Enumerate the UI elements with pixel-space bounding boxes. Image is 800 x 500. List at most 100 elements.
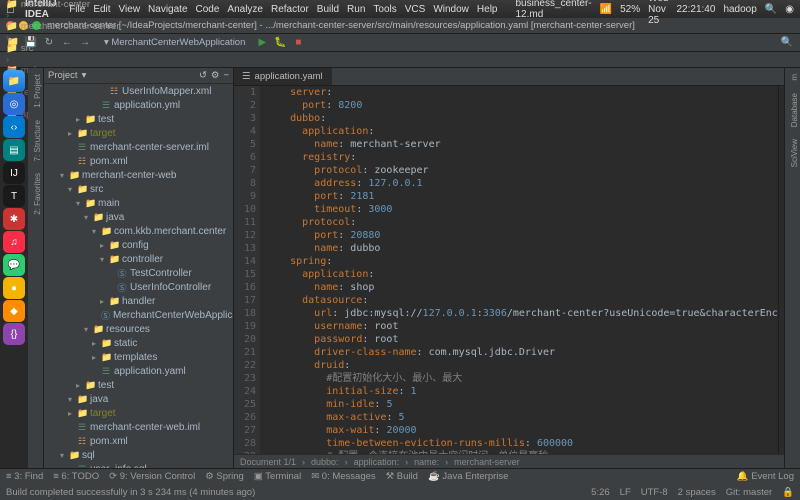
code-editor[interactable]: 1234567891011121314151617181920212223242… [234, 86, 784, 454]
dock-wechat[interactable]: 💬 [3, 254, 25, 276]
dock-music[interactable]: ♫ [3, 231, 25, 253]
dock-vscode[interactable]: ‹› [3, 116, 25, 138]
editor-breadcrumbs[interactable]: Document 1/1 › dubbo: › application: › n… [234, 454, 784, 468]
mac-menu-item[interactable]: Refactor [271, 4, 309, 15]
tree-item[interactable]: ▸📁static [44, 336, 233, 350]
tree-item[interactable]: ☰application.yaml [44, 364, 233, 378]
bottom-tool-button[interactable]: ≡ 6: TODO [53, 471, 99, 482]
bottom-tool-button[interactable]: ⚙ Spring [205, 471, 244, 482]
run-config-selector[interactable]: ▾ MerchantCenterWebApplication [104, 37, 245, 48]
tree-item[interactable]: ▾📁com.kkb.merchant.center [44, 224, 233, 238]
wifi-icon[interactable]: 📶 [600, 4, 612, 15]
tree-item[interactable]: ⓈTestController [44, 266, 233, 280]
dock-app[interactable]: ✱ [3, 208, 25, 230]
editor-crumb-item[interactable]: name: [414, 457, 439, 467]
tree-item[interactable]: ▸📁target [44, 126, 233, 140]
tree-item[interactable]: ☰user_info.sql [44, 462, 233, 468]
tree-item[interactable]: ▸📁test [44, 378, 233, 392]
project-tool-tab[interactable]: 1: Project [28, 68, 43, 114]
tree-item[interactable]: ▾📁merchant-center-web [44, 168, 233, 182]
dock-finder[interactable]: 📁 [3, 70, 25, 92]
breadcrumb-item[interactable]: 📁src [6, 43, 120, 54]
tree-item[interactable]: ⓈMerchantCenterWebApplication [44, 308, 233, 322]
navigation-bar[interactable]: 📁merchant-center › 📁merchant-center-serv… [0, 52, 800, 68]
editor-crumb-item[interactable]: Document 1/1 [240, 457, 296, 467]
editor-crumb-item[interactable]: application: [354, 457, 400, 467]
mac-menu-item[interactable]: Navigate [148, 4, 187, 15]
editor-tabs[interactable]: ☰ application.yaml [234, 68, 784, 86]
bottom-tool-button[interactable]: ☕ Java Enterprise [428, 471, 508, 482]
favorites-tool-tab[interactable]: 2: Favorites [28, 167, 43, 221]
tree-item[interactable]: ▾📁sql [44, 448, 233, 462]
tree-item[interactable]: ▸📁target [44, 406, 233, 420]
mac-menu-item[interactable]: Analyze [227, 4, 263, 15]
indent-setting[interactable]: 2 spaces [678, 487, 716, 498]
tree-item[interactable]: ▸📁handler [44, 294, 233, 308]
tree-item[interactable]: ▾📁java [44, 392, 233, 406]
tree-item[interactable]: ⓈUserInfoController [44, 280, 233, 294]
project-tree[interactable]: ☷UserInfoMapper.xml☰application.yml▸📁tes… [44, 84, 233, 468]
mac-menu-item[interactable]: Help [477, 4, 498, 15]
structure-tool-tab[interactable]: 7: Structure [28, 114, 43, 167]
dock-terminal[interactable]: T [3, 185, 25, 207]
bottom-tool-tabs[interactable]: ≡ 3: Find ≡ 6: TODO ⟳ 9: Version Control ⚙ … [0, 468, 800, 484]
tree-item[interactable]: ☷pom.xml [44, 434, 233, 448]
scikit-tool-tab[interactable]: SciView [785, 133, 800, 173]
tree-item[interactable]: ▾📁resources [44, 322, 233, 336]
event-log-button[interactable]: 🔔 Event Log [737, 471, 794, 482]
maven-tool-tab[interactable]: m [785, 68, 800, 87]
hide-icon[interactable]: − [223, 70, 229, 81]
tree-item[interactable]: ☰application.yml [44, 98, 233, 112]
editor-tab[interactable]: ☰ application.yaml [234, 68, 332, 85]
mac-menu-item[interactable]: Build [317, 4, 339, 15]
stop-icon[interactable]: ■ [291, 36, 305, 50]
mac-menu-item[interactable]: Window [433, 4, 469, 15]
file-encoding[interactable]: UTF-8 [641, 487, 668, 498]
right-tool-tabs[interactable]: m Database SciView [784, 68, 800, 468]
editor-crumb-item[interactable]: dubbo: [311, 457, 339, 467]
dock-app[interactable]: ◆ [3, 300, 25, 322]
mac-menu-item[interactable]: Tools [373, 4, 396, 15]
tree-item[interactable]: ▾📁main [44, 196, 233, 210]
mac-menu-item[interactable]: Run [347, 4, 365, 15]
mac-dock[interactable]: 📁 ◎ ‹› ▤ IJ T ✱ ♫ 💬 ● ◆ {} [0, 68, 28, 468]
tree-item[interactable]: ▾📁src [44, 182, 233, 196]
tree-item[interactable]: ▾📁controller [44, 252, 233, 266]
tree-item[interactable]: ▸📁config [44, 238, 233, 252]
collapse-icon[interactable]: ↺ [199, 70, 207, 81]
search-everywhere-icon[interactable]: 🔍 [780, 36, 794, 50]
bottom-tool-button[interactable]: ▣ Terminal [254, 471, 301, 482]
bottom-tool-button[interactable]: ✉ 0: Messages [311, 471, 375, 482]
git-branch[interactable]: Git: master [726, 487, 772, 498]
breadcrumb-item[interactable]: 📁merchant-center-server [6, 21, 120, 32]
lock-icon[interactable]: 🔒 [782, 487, 794, 498]
mac-menubar[interactable]:  IntelliJ IDEA FileEditViewNavigateCode… [0, 0, 800, 18]
dock-intellij[interactable]: IJ [3, 162, 25, 184]
search-icon[interactable]: 🔍 [765, 4, 777, 15]
mac-menu-item[interactable]: View [119, 4, 141, 15]
project-panel-header[interactable]: Project ▾ ↺ ⚙ − [44, 68, 233, 84]
left-tool-tabs[interactable]: 1: Project 7: Structure 2: Favorites [28, 68, 44, 468]
tree-item[interactable]: ☰merchant-center-server.iml [44, 140, 233, 154]
tree-item[interactable]: ☷UserInfoMapper.xml [44, 84, 233, 98]
caret-position[interactable]: 5:26 [591, 487, 610, 498]
dock-safari[interactable]: ◎ [3, 93, 25, 115]
line-separator[interactable]: LF [620, 487, 631, 498]
siri-icon[interactable]: ◉ [785, 4, 794, 15]
tree-item[interactable]: ▸📁test [44, 112, 233, 126]
debug-icon[interactable]: 🐛 [273, 36, 287, 50]
main-toolbar[interactable]: 📁 💾 ↻ ← → ▾ MerchantCenterWebApplication… [0, 34, 800, 52]
mac-menu-item[interactable]: Code [196, 4, 220, 15]
menubar-user[interactable]: hadoop [723, 4, 756, 15]
tree-item[interactable]: ▾📁java [44, 210, 233, 224]
tree-item[interactable]: ▸📁templates [44, 350, 233, 364]
settings-icon[interactable]: ⚙ [211, 70, 220, 81]
database-tool-tab[interactable]: Database [785, 87, 800, 133]
dock-chrome[interactable]: ● [3, 277, 25, 299]
tree-item[interactable]: ☰merchant-center-web.iml [44, 420, 233, 434]
bottom-tool-button[interactable]: ⟳ 9: Version Control [109, 471, 195, 482]
dock-app[interactable]: {} [3, 323, 25, 345]
bottom-tool-button[interactable]: ⚒ Build [386, 471, 418, 482]
tree-item[interactable]: ☷pom.xml [44, 154, 233, 168]
bottom-tool-button[interactable]: ≡ 3: Find [6, 471, 43, 482]
